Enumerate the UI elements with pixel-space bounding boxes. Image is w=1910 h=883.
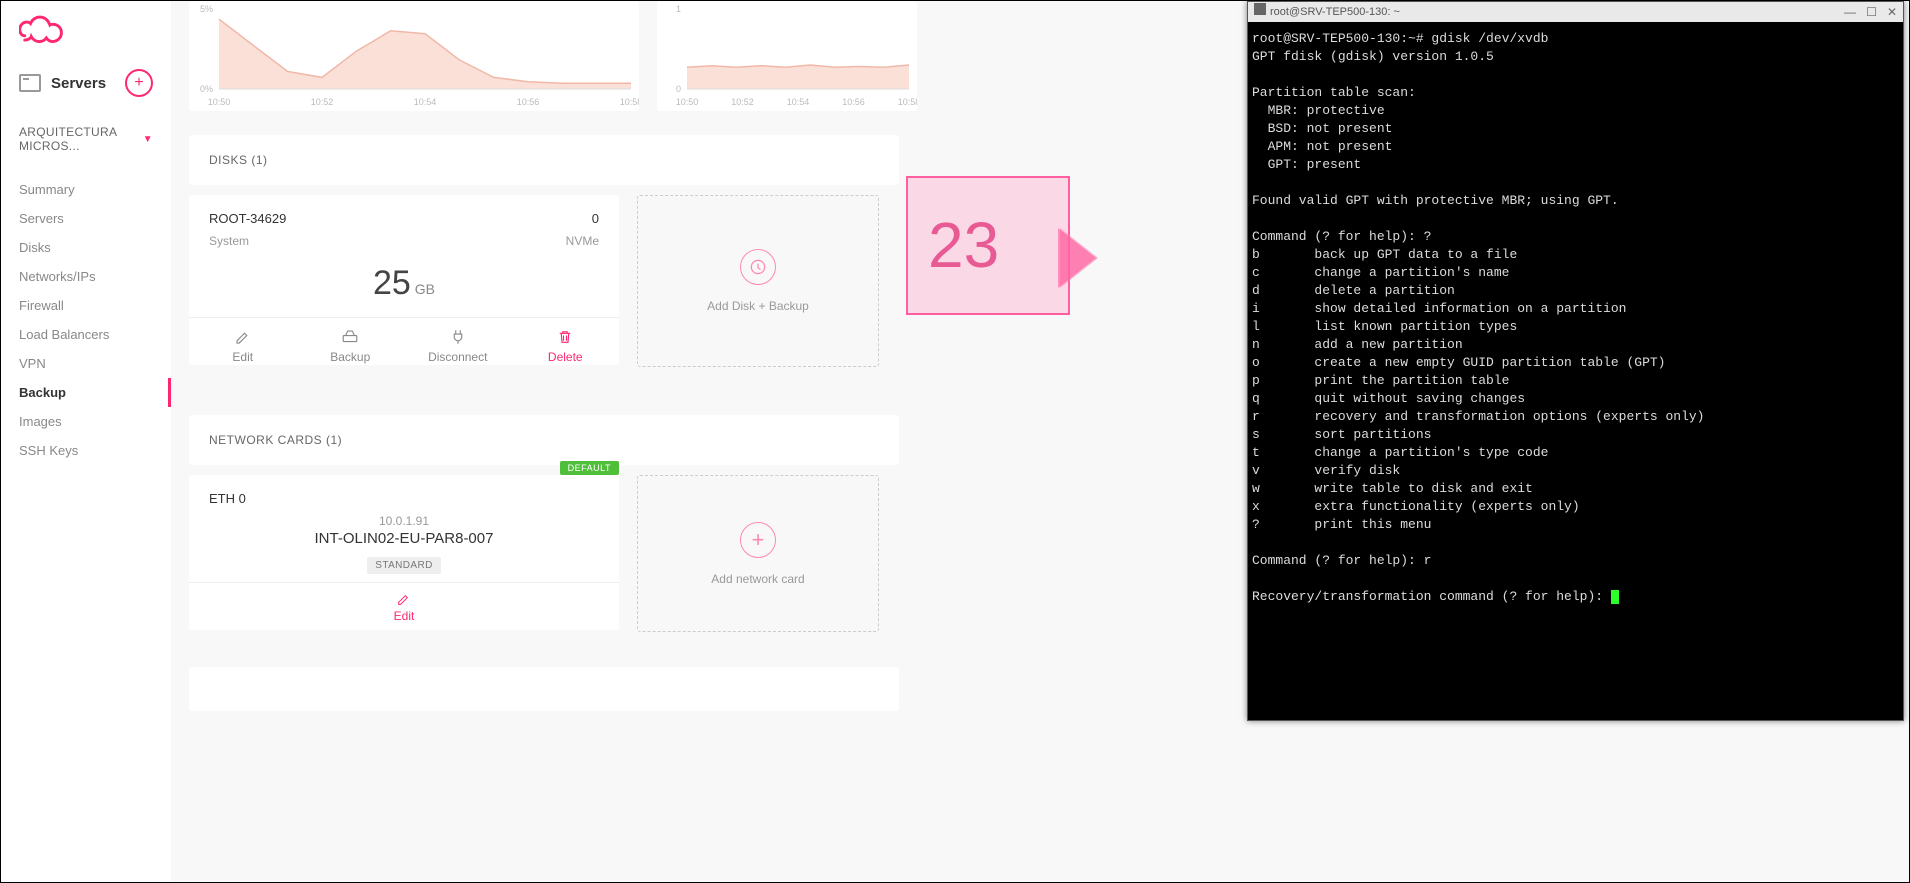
- sidebar-header: Servers +: [1, 47, 171, 97]
- disk-edit-button[interactable]: Edit: [189, 318, 297, 374]
- nav-item-load-balancers[interactable]: Load Balancers: [1, 320, 171, 349]
- terminal-title: root@SRV-TEP500-130: ~: [1270, 6, 1400, 18]
- svg-text:10:58: 10:58: [898, 97, 917, 107]
- sidebar-title: Servers: [51, 75, 106, 92]
- terminal-icon: [1254, 3, 1266, 15]
- disk-type: System: [209, 234, 249, 248]
- svg-text:5%: 5%: [200, 4, 213, 14]
- svg-text:10:56: 10:56: [842, 97, 865, 107]
- add-disk-clock-icon: [740, 249, 776, 285]
- sidebar-group-label: ARQUITECTURA MICROS...: [19, 125, 137, 153]
- window-maximize-icon[interactable]: ☐: [1866, 3, 1877, 21]
- sidebar-group[interactable]: ARQUITECTURA MICROS... ▼: [1, 97, 171, 153]
- svg-text:10:56: 10:56: [517, 97, 540, 107]
- nav-item-ssh-keys[interactable]: SSH Keys: [1, 436, 171, 465]
- disk-size: 25GB: [189, 258, 619, 317]
- svg-text:10:50: 10:50: [676, 97, 699, 107]
- add-disk-button[interactable]: Add Disk + Backup: [637, 195, 879, 367]
- app-root: Servers + ARQUITECTURA MICROS... ▼ Summa…: [0, 0, 1910, 883]
- svg-text:10:52: 10:52: [311, 97, 334, 107]
- brand-logo-icon[interactable]: [19, 13, 65, 47]
- disk-disconnect-button[interactable]: Disconnect: [404, 318, 512, 374]
- drive-icon: [340, 328, 360, 346]
- add-network-label: Add network card: [711, 572, 804, 586]
- charts-strip: 0% 5% 10:50 10:52 10:54 10:56 10:58 0 1 10:50 10:…: [189, 1, 917, 111]
- add-disk-label: Add Disk + Backup: [707, 299, 809, 313]
- terminal-titlebar[interactable]: root@SRV-TEP500-130: ~ — ☐ ✕: [1248, 2, 1903, 22]
- arrow-right-icon: [1060, 228, 1098, 288]
- nav-item-networks-ips[interactable]: Networks/IPs: [1, 262, 171, 291]
- nav-item-images[interactable]: Images: [1, 407, 171, 436]
- disk-count: 0: [592, 211, 599, 226]
- disk-backup-button[interactable]: Backup: [297, 318, 405, 374]
- network-card: DEFAULT ETH 0 10.0.1.91 INT-OLIN02-EU-PA…: [189, 475, 619, 630]
- window-close-icon[interactable]: ✕: [1887, 3, 1897, 21]
- main-content: 0% 5% 10:50 10:52 10:54 10:56 10:58 0 1 10:50 10:…: [171, 1, 1909, 882]
- svg-text:0%: 0%: [200, 84, 213, 94]
- nav-item-disks[interactable]: Disks: [1, 233, 171, 262]
- sidebar-nav: SummaryServersDisksNetworks/IPsFirewallL…: [1, 175, 171, 465]
- svg-text:10:50: 10:50: [208, 97, 231, 107]
- svg-text:1: 1: [676, 4, 681, 14]
- add-server-button[interactable]: +: [125, 69, 153, 97]
- trash-icon: [555, 328, 575, 346]
- sidebar: Servers + ARQUITECTURA MICROS... ▼ Summa…: [1, 1, 171, 882]
- network-ip: 10.0.1.91: [189, 514, 619, 528]
- disk-card: ROOT-34629 0 System NVMe 25GB Edit: [189, 195, 619, 365]
- plus-icon: +: [740, 522, 776, 558]
- network-card-name: ETH 0: [189, 475, 619, 514]
- empty-card: [189, 667, 899, 711]
- plug-icon: [448, 328, 468, 346]
- nav-item-servers[interactable]: Servers: [1, 204, 171, 233]
- pencil-icon: [395, 591, 413, 607]
- annotation-step: 23: [906, 176, 1070, 315]
- terminal-window[interactable]: root@SRV-TEP500-130: ~ — ☐ ✕ root@SRV-TE…: [1247, 1, 1904, 721]
- terminal-body[interactable]: root@SRV-TEP500-130:~# gdisk /dev/xvdb G…: [1248, 22, 1903, 730]
- svg-text:10:58: 10:58: [620, 97, 639, 107]
- section-network: NETWORK CARDS (1) DEFAULT ETH 0 10.0.1.9…: [189, 415, 899, 632]
- network-name: INT-OLIN02-EU-PAR8-007: [189, 530, 619, 547]
- chart-usage: 0 1 10:50 10:52 10:54 10:56 10:58: [657, 1, 917, 111]
- window-minimize-icon[interactable]: —: [1844, 3, 1856, 21]
- chart-usage-pct: 0% 5% 10:50 10:52 10:54 10:56 10:58: [189, 1, 639, 111]
- section-disks: DISKS (1) ROOT-34629 0 System NVMe 25GB: [189, 135, 899, 367]
- svg-text:10:54: 10:54: [787, 97, 810, 107]
- network-header: NETWORK CARDS (1): [189, 415, 899, 465]
- network-tag: STANDARD: [367, 557, 440, 574]
- section-empty: [189, 667, 899, 711]
- disk-tier: NVMe: [566, 234, 599, 248]
- svg-text:10:52: 10:52: [731, 97, 754, 107]
- pencil-icon: [233, 328, 253, 346]
- add-network-card-button[interactable]: + Add network card: [637, 475, 879, 632]
- network-edit-button[interactable]: Edit: [189, 582, 619, 631]
- annotation-number: 23: [928, 208, 999, 282]
- nav-item-summary[interactable]: Summary: [1, 175, 171, 204]
- svg-text:0: 0: [676, 84, 681, 94]
- default-badge: DEFAULT: [560, 461, 619, 475]
- terminal-cursor: [1611, 590, 1619, 604]
- nav-item-firewall[interactable]: Firewall: [1, 291, 171, 320]
- disk-actions: Edit Backup Disconnect Delete: [189, 317, 619, 374]
- disk-name: ROOT-34629: [209, 211, 286, 226]
- svg-text:10:54: 10:54: [414, 97, 437, 107]
- nav-item-vpn[interactable]: VPN: [1, 349, 171, 378]
- disks-header: DISKS (1): [189, 135, 899, 185]
- nav-item-backup[interactable]: Backup: [1, 378, 171, 407]
- disk-delete-button[interactable]: Delete: [512, 318, 620, 374]
- chevron-down-icon: ▼: [143, 134, 153, 145]
- servers-icon: [19, 74, 41, 92]
